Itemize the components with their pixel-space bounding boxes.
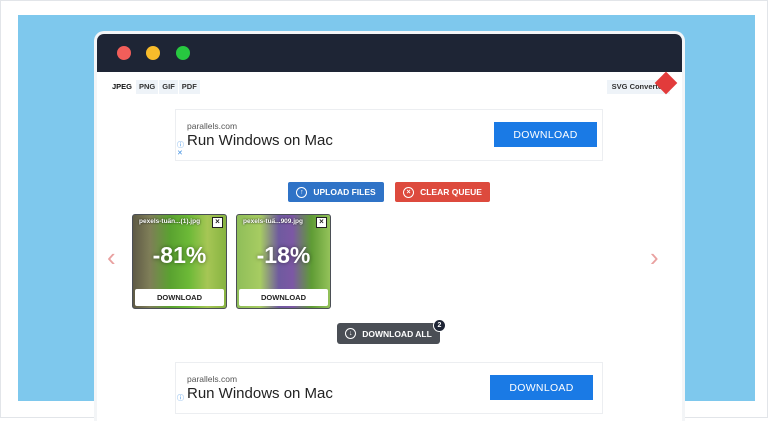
- ad-domain: parallels.com: [187, 121, 238, 131]
- browser-window: JPEG PNG GIF PDF SVG Converter parallels…: [94, 31, 685, 421]
- download-all-label: DOWNLOAD ALL: [362, 328, 432, 339]
- tab-png[interactable]: PNG: [136, 80, 159, 94]
- ad-title[interactable]: Run Windows on Mac: [187, 132, 333, 149]
- upload-files-button[interactable]: ↑ UPLOAD FILES: [288, 182, 384, 202]
- tab-pdf[interactable]: PDF: [178, 80, 200, 94]
- clear-label: CLEAR QUEUE: [420, 187, 482, 197]
- tab-jpeg[interactable]: JPEG: [109, 80, 136, 94]
- file-card: pexels-tuấn...(1).jpg × -81% DOWNLOAD: [132, 214, 227, 309]
- prev-arrow-icon[interactable]: ‹: [107, 244, 116, 270]
- file-card: pexels-tuấ...909.jpg × -18% DOWNLOAD: [236, 214, 331, 309]
- ad-download-button[interactable]: DOWNLOAD: [494, 122, 597, 147]
- ad-title[interactable]: Run Windows on Mac: [187, 385, 333, 402]
- ad-info-icon[interactable]: ⓘ: [177, 395, 184, 403]
- saving-percent: -18%: [256, 242, 311, 268]
- ad-banner-bottom[interactable]: parallels.com Run Windows on Mac DOWNLOA…: [175, 362, 603, 414]
- ad-info-glyph: ⓘ: [177, 395, 184, 402]
- ad-info-glyph: ⓘ: [177, 142, 184, 149]
- upload-label: UPLOAD FILES: [313, 187, 376, 197]
- file-name: pexels-tuấn...(1).jpg: [139, 218, 201, 225]
- ad-info-icon[interactable]: ⓘ ✕: [177, 142, 184, 158]
- compressor-app: JPEG PNG GIF PDF SVG Converter parallels…: [97, 71, 682, 421]
- window-titlebar: [97, 34, 682, 72]
- minimize-window-icon[interactable]: [146, 46, 160, 60]
- upload-icon: ↑: [296, 186, 308, 198]
- tab-gif[interactable]: GIF: [159, 80, 178, 94]
- format-tabs: JPEG PNG GIF PDF: [109, 80, 201, 94]
- file-download-button[interactable]: DOWNLOAD: [135, 289, 224, 306]
- tab-svg-converter[interactable]: SVG Converter: [606, 71, 678, 95]
- remove-file-icon[interactable]: ×: [316, 217, 327, 228]
- file-name: pexels-tuấ...909.jpg: [243, 218, 303, 225]
- clear-icon: ×: [403, 186, 415, 198]
- file-count-badge: 2: [433, 319, 446, 332]
- download-all-button[interactable]: ↓ DOWNLOAD ALL: [337, 323, 440, 344]
- maximize-window-icon[interactable]: [176, 46, 190, 60]
- close-window-icon[interactable]: [117, 46, 131, 60]
- clear-queue-button[interactable]: × CLEAR QUEUE: [395, 182, 490, 202]
- ad-close-icon[interactable]: ✕: [177, 150, 183, 157]
- ad-domain: parallels.com: [187, 374, 238, 384]
- next-arrow-icon[interactable]: ›: [650, 244, 659, 270]
- file-download-button[interactable]: DOWNLOAD: [239, 289, 328, 306]
- ad-banner-top[interactable]: parallels.com Run Windows on Mac DOWNLOA…: [175, 109, 603, 161]
- saving-percent: -81%: [152, 242, 207, 268]
- download-icon: ↓: [345, 328, 357, 339]
- remove-file-icon[interactable]: ×: [212, 217, 223, 228]
- ad-download-button[interactable]: DOWNLOAD: [490, 375, 593, 400]
